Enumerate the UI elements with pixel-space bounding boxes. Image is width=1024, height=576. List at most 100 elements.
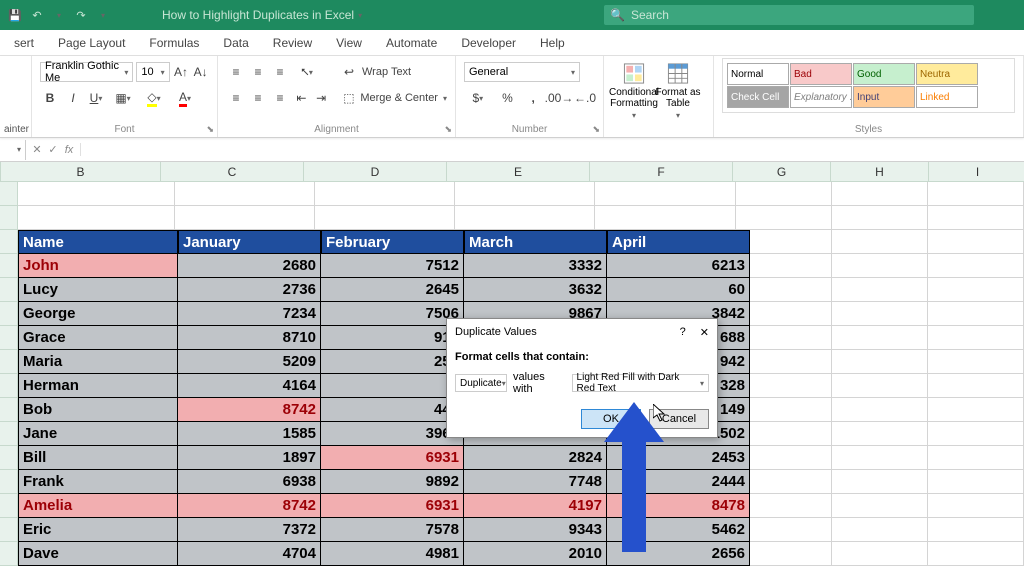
table-cell[interactable]: 3332 <box>464 254 607 278</box>
tab-formulas[interactable]: Formulas <box>137 30 211 55</box>
table-cell[interactable]: 8742 <box>178 398 321 422</box>
table-cell[interactable]: 2824 <box>464 446 607 470</box>
table-cell[interactable]: 7234 <box>178 302 321 326</box>
col-header[interactable]: C <box>161 162 304 181</box>
cancel-button[interactable]: Cancel <box>649 409 709 429</box>
table-cell[interactable]: 910 <box>321 326 464 350</box>
table-cell[interactable]: 6213 <box>607 254 750 278</box>
style-check-cell[interactable]: Check Cell <box>727 86 789 108</box>
italic-icon[interactable]: I <box>63 88 83 108</box>
table-cell[interactable]: 258 <box>321 350 464 374</box>
cell-styles-gallery[interactable]: Normal Bad Good Neutra Check Cell Explan… <box>722 58 1015 113</box>
table-cell[interactable]: 4197 <box>464 494 607 518</box>
table-cell[interactable]: Bob <box>18 398 178 422</box>
align-top-icon[interactable]: ≡ <box>226 62 246 82</box>
table-cell[interactable]: George <box>18 302 178 326</box>
orientation-icon[interactable]: ⭦▾ <box>293 62 321 82</box>
style-explanatory[interactable]: Explanatory ... <box>790 86 852 108</box>
table-header[interactable]: January <box>178 230 321 254</box>
col-header[interactable]: D <box>304 162 447 181</box>
table-cell[interactable]: 5462 <box>607 518 750 542</box>
tab-insert[interactable]: sert <box>2 30 46 55</box>
table-cell[interactable]: Bill <box>18 446 178 470</box>
table-cell[interactable]: 7512 <box>321 254 464 278</box>
table-cell[interactable]: 1897 <box>178 446 321 470</box>
style-bad[interactable]: Bad <box>790 63 852 85</box>
percent-format-icon[interactable]: % <box>498 88 518 108</box>
table-cell[interactable]: Eric <box>18 518 178 542</box>
increase-font-icon[interactable]: A↑ <box>173 62 190 82</box>
redo-icon[interactable]: ↷ <box>72 6 90 24</box>
format-style-select[interactable]: Light Red Fill with Dark Red Text▾ <box>572 374 709 392</box>
table-cell[interactable]: Jane <box>18 422 178 446</box>
table-cell[interactable]: 8742 <box>178 494 321 518</box>
tab-developer[interactable]: Developer <box>449 30 528 55</box>
accounting-format-icon[interactable]: $▾ <box>464 88 492 108</box>
col-header[interactable]: F <box>590 162 733 181</box>
table-cell[interactable]: Maria <box>18 350 178 374</box>
table-cell[interactable]: 7372 <box>178 518 321 542</box>
align-bottom-icon[interactable]: ≡ <box>270 62 290 82</box>
search-input[interactable]: 🔍 Search <box>604 5 974 25</box>
borders-icon[interactable]: ▦▾ <box>109 88 137 108</box>
table-cell[interactable]: 8478 <box>607 494 750 518</box>
table-cell[interactable]: 8710 <box>178 326 321 350</box>
table-cell[interactable]: Herman <box>18 374 178 398</box>
table-cell[interactable]: 2010 <box>464 542 607 566</box>
col-header[interactable]: B <box>1 162 161 181</box>
tab-help[interactable]: Help <box>528 30 577 55</box>
decrease-font-icon[interactable]: A↓ <box>192 62 209 82</box>
conditional-formatting-button[interactable]: Conditional Formatting▾ <box>612 58 656 120</box>
table-header[interactable]: March <box>464 230 607 254</box>
comma-format-icon[interactable]: , <box>523 88 543 108</box>
bold-icon[interactable]: B <box>40 88 60 108</box>
table-header[interactable]: February <box>321 230 464 254</box>
table-cell[interactable]: 9343 <box>464 518 607 542</box>
col-header[interactable]: G <box>733 162 831 181</box>
tab-page-layout[interactable]: Page Layout <box>46 30 137 55</box>
increase-decimal-icon[interactable]: .00→ <box>549 88 569 108</box>
table-cell[interactable]: 2453 <box>607 446 750 470</box>
font-dialog-icon[interactable]: ⬊ <box>206 124 214 135</box>
align-middle-icon[interactable]: ≡ <box>248 62 268 82</box>
table-cell[interactable]: Frank <box>18 470 178 494</box>
fill-color-icon[interactable]: ◇▾ <box>140 88 168 108</box>
format-as-table-button[interactable]: Format as Table▾ <box>656 58 700 120</box>
table-cell[interactable]: 6931 <box>321 446 464 470</box>
close-icon[interactable]: ✕ <box>700 326 709 339</box>
style-good[interactable]: Good <box>853 63 915 85</box>
name-box[interactable]: ▾ <box>0 140 26 160</box>
style-normal[interactable]: Normal <box>727 63 789 85</box>
underline-icon[interactable]: U▾ <box>86 88 106 108</box>
number-dialog-icon[interactable]: ⬊ <box>592 124 600 135</box>
tab-data[interactable]: Data <box>211 30 260 55</box>
rule-type-select[interactable]: Duplicate▾ <box>455 374 507 392</box>
undo-icon[interactable]: ↶ <box>28 6 46 24</box>
table-cell[interactable]: 1585 <box>178 422 321 446</box>
style-linked[interactable]: Linked <box>916 86 978 108</box>
alignment-dialog-icon[interactable]: ⬊ <box>444 124 452 135</box>
table-cell[interactable]: 6 <box>321 374 464 398</box>
table-cell[interactable]: 4704 <box>178 542 321 566</box>
tab-automate[interactable]: Automate <box>374 30 449 55</box>
table-cell[interactable]: 6931 <box>321 494 464 518</box>
table-cell[interactable]: 7748 <box>464 470 607 494</box>
style-neutral[interactable]: Neutra <box>916 63 978 85</box>
font-size-select[interactable]: 10▾ <box>136 62 169 82</box>
table-cell[interactable]: 4981 <box>321 542 464 566</box>
table-cell[interactable]: Dave <box>18 542 178 566</box>
tab-review[interactable]: Review <box>261 30 324 55</box>
table-cell[interactable]: Lucy <box>18 278 178 302</box>
col-header[interactable]: I <box>929 162 1024 181</box>
table-cell[interactable]: 60 <box>607 278 750 302</box>
table-cell[interactable]: 7506 <box>321 302 464 326</box>
table-cell[interactable]: 3632 <box>464 278 607 302</box>
table-header[interactable]: Name <box>18 230 178 254</box>
col-header[interactable]: E <box>447 162 590 181</box>
table-cell[interactable]: 2680 <box>178 254 321 278</box>
table-cell[interactable]: 444 <box>321 398 464 422</box>
decrease-indent-icon[interactable]: ⇤ <box>293 88 310 108</box>
style-input[interactable]: Input <box>853 86 915 108</box>
format-painter-button[interactable]: ainter <box>0 56 32 137</box>
table-cell[interactable]: 9892 <box>321 470 464 494</box>
